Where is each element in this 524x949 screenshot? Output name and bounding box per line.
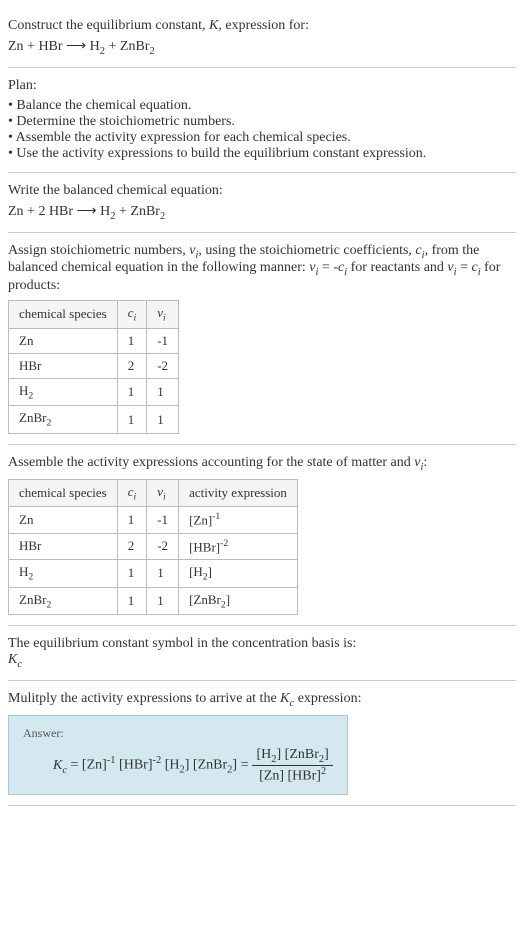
balanced-section: Write the balanced chemical equation: Zn… — [8, 173, 516, 233]
table-row: H2 1 1 — [9, 378, 179, 406]
plan-item: • Use the activity expressions to build … — [8, 146, 516, 162]
col-ci: ci — [117, 479, 147, 507]
table-header-row: chemical species ci νi activity expressi… — [9, 479, 298, 507]
activity-heading: Assemble the activity expressions accoun… — [8, 455, 516, 473]
kc-lhs: Kc = [Zn]-1 [HBr]-2 [H2] [ZnBr2] = — [53, 755, 248, 775]
plan-item: • Assemble the activity expression for e… — [8, 130, 516, 146]
stoich-section: Assign stoichiometric numbers, νi, using… — [8, 233, 516, 445]
kc-fraction: [H2] [ZnBr2] [Zn] [HBr]2 — [252, 747, 332, 784]
prompt-section: Construct the equilibrium constant, K, e… — [8, 8, 516, 68]
answer-box: Answer: Kc = [Zn]-1 [HBr]-2 [H2] [ZnBr2]… — [8, 715, 348, 795]
plan-item: • Balance the chemical equation. — [8, 98, 516, 114]
symbol-section: The equilibrium constant symbol in the c… — [8, 626, 516, 681]
table-row: ZnBr2 1 1 [ZnBr2] — [9, 587, 298, 615]
symbol-value: Kc — [8, 652, 516, 670]
table-row: Zn 1 -1 — [9, 328, 179, 353]
plan-section: Plan: • Balance the chemical equation. •… — [8, 68, 516, 173]
table-row: Zn 1 -1 [Zn]-1 — [9, 507, 298, 533]
col-ci: ci — [117, 301, 147, 329]
final-heading: Mulitply the activity expressions to arr… — [8, 691, 516, 709]
plan-item: • Determine the stoichiometric numbers. — [8, 114, 516, 130]
plan-list: • Balance the chemical equation. • Deter… — [8, 98, 516, 162]
kc-denominator: [Zn] [HBr]2 — [252, 766, 332, 785]
unbalanced-equation: Zn + HBr ⟶ H2 + ZnBr2 — [8, 38, 516, 57]
final-section: Mulitply the activity expressions to arr… — [8, 681, 516, 806]
col-species: chemical species — [9, 301, 118, 329]
table-row: HBr 2 -2 — [9, 353, 179, 378]
activity-section: Assemble the activity expressions accoun… — [8, 445, 516, 626]
stoich-table: chemical species ci νi Zn 1 -1 HBr 2 -2 … — [8, 300, 179, 434]
answer-label: Answer: — [23, 726, 333, 741]
stoich-text: Assign stoichiometric numbers, νi, using… — [8, 243, 516, 295]
balanced-equation: Zn + 2 HBr ⟶ H2 + ZnBr2 — [8, 203, 516, 222]
table-row: ZnBr2 1 1 — [9, 406, 179, 434]
kc-numerator: [H2] [ZnBr2] — [252, 747, 332, 766]
col-vi: νi — [147, 301, 179, 329]
balanced-heading: Write the balanced chemical equation: — [8, 183, 516, 199]
plan-heading: Plan: — [8, 78, 516, 94]
table-row: H2 1 1 [H2] — [9, 560, 298, 588]
activity-table: chemical species ci νi activity expressi… — [8, 479, 298, 615]
table-row: HBr 2 -2 [HBr]-2 — [9, 533, 298, 559]
symbol-line: The equilibrium constant symbol in the c… — [8, 636, 516, 652]
table-header-row: chemical species ci νi — [9, 301, 179, 329]
col-vi: νi — [147, 479, 179, 507]
col-activity: activity expression — [179, 479, 298, 507]
prompt-line: Construct the equilibrium constant, K, e… — [8, 18, 516, 34]
col-species: chemical species — [9, 479, 118, 507]
kc-expression: Kc = [Zn]-1 [HBr]-2 [H2] [ZnBr2] = [H2] … — [53, 747, 333, 784]
